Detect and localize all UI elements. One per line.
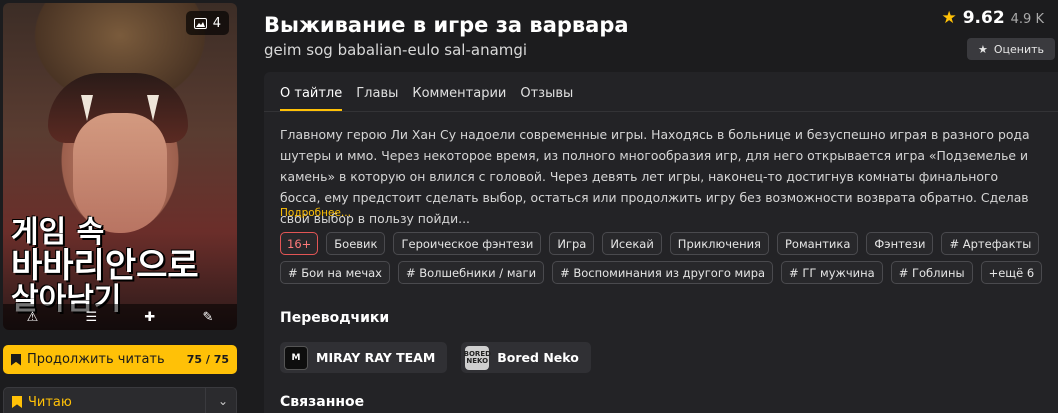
tab-comments[interactable]: Комментарии <box>412 86 506 111</box>
tabs-divider <box>264 111 1058 112</box>
tag[interactable]: Исекай <box>602 232 662 255</box>
alt-title: geim sog babalian-eulo sal-anamgi <box>264 41 528 59</box>
details-panel: О тайтле Главы Комментарии Отзывы Главно… <box>264 72 1058 413</box>
tag[interactable]: Приключения <box>669 232 769 255</box>
bookmark-icon <box>12 396 22 408</box>
cover-title-line: 게임 속 <box>11 215 105 250</box>
read-more-link[interactable]: Подробнее... <box>280 207 351 219</box>
tab-about[interactable]: О тайтле <box>280 86 343 111</box>
cover-actions: ⚠ ☰ ✚ ✎ <box>3 304 237 330</box>
rate-button[interactable]: ★ Оценить <box>967 38 1055 60</box>
add-icon[interactable]: ✚ <box>144 310 155 325</box>
translator-team[interactable]: BORED NEKO Bored Neko <box>461 342 591 373</box>
rating: ★ 9.62 4.9 K <box>941 8 1044 28</box>
tag[interactable]: Игра <box>549 232 595 255</box>
translator-team[interactable]: M MIRAY RAY TEAM <box>280 342 448 373</box>
star-icon: ★ <box>941 8 957 28</box>
team-name: MIRAY RAY TEAM <box>316 350 436 365</box>
cover-image[interactable]: 4 게임 속 바바리안으로 살아남기 ⚠ ☰ ✚ ✎ <box>3 3 237 330</box>
tag[interactable]: Боевик <box>326 232 386 255</box>
tabs: О тайтле Главы Комментарии Отзывы <box>280 86 573 111</box>
tab-reviews[interactable]: Отзывы <box>520 86 573 111</box>
cover-title-art: 게임 속 바바리안으로 살아남기 <box>11 217 231 316</box>
gallery-count: 4 <box>212 15 221 31</box>
edit-icon[interactable]: ✎ <box>202 310 213 325</box>
reading-status-label: Читаю <box>28 394 72 410</box>
continue-reading-button[interactable]: Продолжить читать 75 / 75 <box>3 345 237 374</box>
tag[interactable]: Фэнтези <box>866 232 934 255</box>
show-more-tags-button[interactable]: +ещё 6 <box>980 261 1043 284</box>
list-icon[interactable]: ☰ <box>85 310 97 325</box>
star-icon: ★ <box>977 42 988 56</box>
translator-list: M MIRAY RAY TEAM BORED NEKO Bored Neko <box>280 342 591 373</box>
chapter-progress: 75 / 75 <box>186 353 229 366</box>
rating-votes: 4.9 K <box>1010 12 1044 27</box>
warning-icon[interactable]: ⚠ <box>27 310 39 325</box>
reading-status-select[interactable]: Читаю ⌄ <box>3 387 237 413</box>
tag[interactable]: Героическое фэнтези <box>393 232 542 255</box>
tag[interactable]: # Гоблины <box>890 261 973 284</box>
related-heading: Связанное <box>280 394 365 410</box>
tag[interactable]: Романтика <box>776 232 859 255</box>
tab-chapters[interactable]: Главы <box>356 86 398 111</box>
description: Главному герою Ли Хан Су надоели совреме… <box>280 127 1030 226</box>
age-rating-badge[interactable]: 16+ <box>280 232 319 255</box>
team-logo: BORED NEKO <box>464 345 491 370</box>
tag[interactable]: # Артефакты <box>941 232 1040 255</box>
translators-heading: Переводчики <box>280 310 390 326</box>
rating-score: 9.62 <box>962 8 1005 28</box>
chevron-down-icon[interactable]: ⌄ <box>218 394 228 408</box>
team-logo: M <box>284 345 308 370</box>
tag[interactable]: # Бои на мечах <box>280 261 390 284</box>
gallery-badge[interactable]: 4 <box>185 11 229 35</box>
page-title: Выживание в игре за варвара <box>264 13 629 37</box>
image-icon <box>193 17 207 29</box>
team-name: Bored Neko <box>497 350 579 365</box>
rate-button-label: Оценить <box>993 42 1045 56</box>
divider <box>205 388 206 413</box>
tag[interactable]: # ГГ мужчина <box>781 261 883 284</box>
continue-label: Продолжить читать <box>27 352 165 367</box>
bookmark-icon <box>11 353 21 366</box>
tag[interactable]: # Волшебники / маги <box>397 261 545 284</box>
cover-title-line: 바바리안으로 <box>11 245 199 286</box>
tag[interactable]: # Воспоминания из другого мира <box>552 261 774 284</box>
tag-list: 16+ Боевик Героическое фэнтези Игра Исек… <box>280 232 1050 284</box>
